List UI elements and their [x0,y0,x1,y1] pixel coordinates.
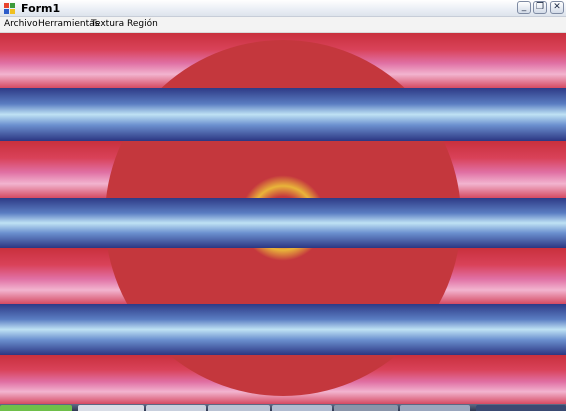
menu-item-region[interactable]: Región [127,18,158,31]
close-icon: ✕ [553,2,561,12]
taskbar-item[interactable] [272,405,332,411]
start-button[interactable] [0,405,72,411]
minimize-icon: _ [521,2,527,12]
blue-stripe [0,198,566,248]
minimize-button[interactable]: _ [517,1,531,14]
blue-stripe [0,304,566,355]
restore-button[interactable]: ❐ [533,1,547,14]
taskbar-item[interactable] [334,405,398,411]
drawing-canvas[interactable] [0,33,566,404]
menu-bar: Archivo Herramientas Textura Región [0,17,566,33]
close-button[interactable]: ✕ [550,1,564,14]
menu-item-textura[interactable]: Textura [91,18,124,31]
blue-stripe [0,88,566,141]
taskbar [0,404,566,411]
window-title: Form1 [21,2,61,15]
taskbar-item[interactable] [146,405,206,411]
taskbar-item[interactable] [208,405,270,411]
canvas-graphics [0,33,566,404]
system-tray [476,405,566,411]
application-window: Form1 _ ❐ ✕ Archivo Herramientas Textura… [0,0,566,404]
menu-item-archivo[interactable]: Archivo [4,18,38,31]
taskbar-item[interactable] [78,405,144,411]
app-icon[interactable] [4,3,15,14]
restore-icon: ❐ [535,2,545,12]
title-bar[interactable]: Form1 _ ❐ ✕ [0,0,566,17]
taskbar-item[interactable] [400,405,470,411]
